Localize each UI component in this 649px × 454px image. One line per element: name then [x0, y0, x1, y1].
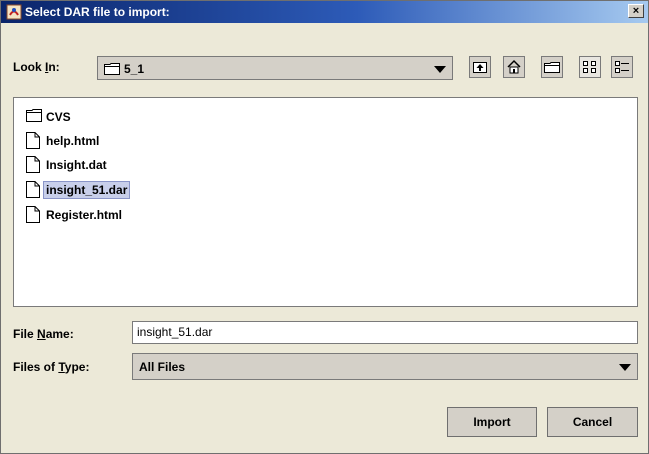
file-type-dropdown[interactable]: All Files: [132, 353, 638, 380]
folder-icon: [104, 63, 120, 75]
folder-icon: [26, 109, 42, 122]
file-chooser-dialog: Select DAR file to import: × Look In: 5_…: [0, 0, 649, 454]
java-app-icon: [6, 4, 22, 20]
file-name: CVS: [46, 110, 71, 124]
look-in-label: Look In:: [13, 60, 60, 74]
file-type-value: All Files: [139, 360, 186, 374]
details-view-icon: [615, 61, 629, 73]
file-name: insight_51.dar: [42, 181, 131, 199]
look-in-value: 5_1: [124, 62, 145, 76]
file-type-label: Files of Type:: [13, 360, 90, 374]
cancel-button[interactable]: Cancel: [547, 407, 638, 437]
home-button[interactable]: [503, 56, 525, 78]
file-name-input[interactable]: insight_51.dar: [132, 321, 638, 344]
file-icon: [26, 206, 40, 223]
up-one-level-icon: [473, 62, 487, 73]
close-icon: ×: [632, 5, 640, 17]
file-name: Register.html: [46, 208, 123, 222]
look-in-dropdown[interactable]: 5_1: [97, 56, 453, 80]
file-list[interactable]: CVS help.html Insight.dat insight_51.dar: [13, 97, 638, 307]
file-name-label: File Name:: [13, 327, 74, 341]
up-one-level-button[interactable]: [469, 56, 491, 78]
import-button[interactable]: Import: [447, 407, 537, 437]
details-view-button[interactable]: [611, 56, 633, 78]
new-folder-button[interactable]: [541, 56, 563, 78]
file-icon: [26, 132, 40, 149]
list-view-button[interactable]: [579, 56, 601, 78]
file-icon: [26, 156, 40, 173]
close-button[interactable]: ×: [628, 4, 644, 18]
file-name: Insight.dat: [46, 158, 107, 172]
file-icon: [26, 181, 40, 198]
home-icon: [507, 59, 521, 74]
dialog-title: Select DAR file to import:: [25, 5, 170, 19]
new-folder-icon: [544, 62, 560, 73]
file-name: help.html: [46, 134, 100, 148]
chevron-down-icon: [619, 364, 631, 371]
title-bar[interactable]: Select DAR file to import: ×: [1, 1, 648, 23]
list-view-icon: [583, 61, 596, 73]
chevron-down-icon: [434, 66, 446, 73]
